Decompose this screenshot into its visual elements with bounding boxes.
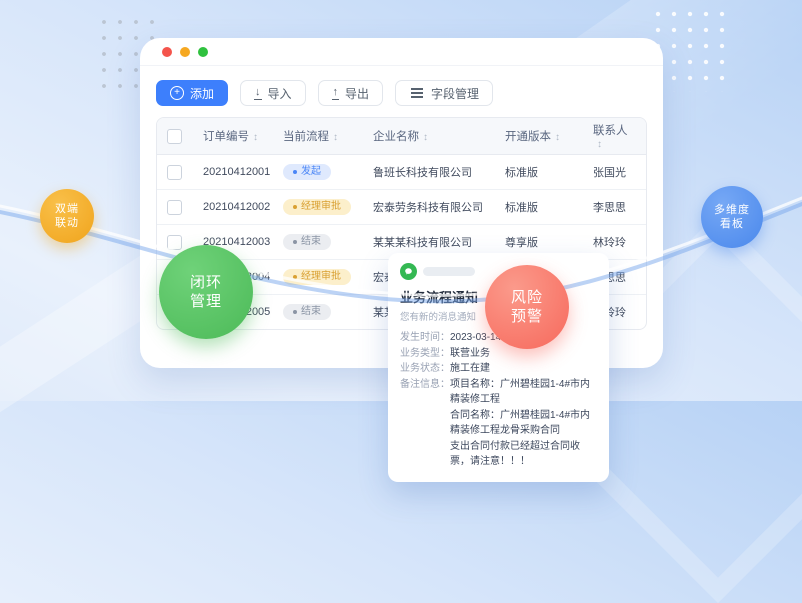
cell-contact: 张国光: [583, 155, 646, 190]
col-header-contact[interactable]: 联系人 ↕: [583, 118, 646, 155]
sort-icon: ↕: [555, 132, 560, 143]
window-titlebar: [140, 38, 663, 66]
row-checkbox[interactable]: [167, 200, 182, 215]
status-pill: 发起: [283, 164, 331, 180]
select-all-checkbox[interactable]: [167, 129, 182, 144]
col-header-current-flow[interactable]: 当前流程 ↕: [273, 118, 363, 155]
remark-line: 支出合同付款已经超过合同收票，请注意！！！: [450, 439, 597, 470]
status-label: 结束: [301, 237, 321, 247]
notification-field-remark: 备注信息： 项目名称：广州碧桂园1-4#市内精装修工程 合同名称：广州碧桂园1-…: [400, 377, 597, 470]
bubble-text: 多维度: [714, 203, 750, 217]
cell-version: 标准版: [495, 190, 583, 225]
import-button[interactable]: ↓ 导入: [240, 80, 306, 106]
sort-icon: ↕: [253, 132, 258, 143]
cell-version: 标准版: [495, 155, 583, 190]
traffic-light-maximize[interactable]: [198, 47, 208, 57]
table-row: 20210412001 发起 鲁班长科技有限公司 标准版 张国光: [157, 155, 646, 190]
wechat-icon: [400, 263, 417, 280]
export-button[interactable]: ↑ 导出: [318, 80, 384, 106]
sort-icon: ↕: [423, 132, 428, 143]
notification-field-type: 业务类型： 联营业务: [400, 346, 597, 362]
remark-lines: 项目名称：广州碧桂园1-4#市内精装修工程 合同名称：广州碧桂园1-4#市内精装…: [450, 377, 597, 470]
callout-risk-warning: 风险 预警: [485, 265, 569, 349]
status-pill: 经理审批: [283, 199, 351, 215]
status-dot-icon: [293, 205, 297, 209]
field-value: 施工在建: [450, 361, 490, 377]
col-label: 联系人: [593, 125, 628, 137]
field-label: 业务类型：: [400, 346, 450, 362]
remark-line: 合同名称：广州碧桂园1-4#市内精装修工程龙骨采购合同: [450, 408, 597, 439]
field-label: 备注信息：: [400, 377, 450, 470]
col-label: 企业名称: [373, 131, 419, 143]
toolbar: + 添加 ↓ 导入 ↑ 导出 字段管理: [140, 66, 663, 117]
status-dot-icon: [293, 275, 297, 279]
col-label: 当前流程: [283, 131, 329, 143]
bubble-text: 管理: [190, 292, 222, 312]
table-row: 20210412002 经理审批 宏泰劳务科技有限公司 标准版 李思思: [157, 190, 646, 225]
field-management-label: 字段管理: [431, 85, 479, 102]
status-label: 经理审批: [301, 272, 341, 282]
callout-closed-loop-management: 闭环 管理: [159, 245, 253, 339]
import-icon: ↓: [254, 87, 262, 100]
col-header-company[interactable]: 企业名称 ↕: [363, 118, 495, 155]
status-pill: 结束: [283, 234, 331, 250]
status-label: 经理审批: [301, 202, 341, 212]
notification-field-state: 业务状态： 施工在建: [400, 361, 597, 377]
cell-order-no: 20210412001: [193, 155, 273, 190]
add-button-label: 添加: [190, 85, 214, 102]
field-value: 联营业务: [450, 346, 490, 362]
traffic-light-close[interactable]: [162, 47, 172, 57]
bubble-text: 联动: [55, 216, 79, 230]
cell-order-no: 20210412002: [193, 190, 273, 225]
bubble-text: 预警: [511, 307, 543, 327]
field-label: 业务状态：: [400, 361, 450, 377]
status-pill: 结束: [283, 304, 331, 320]
row-checkbox[interactable]: [167, 165, 182, 180]
field-management-button[interactable]: 字段管理: [395, 80, 493, 106]
row-checkbox[interactable]: [167, 235, 182, 250]
remark-line: 项目名称：广州碧桂园1-4#市内精装修工程: [450, 377, 597, 408]
bubble-text: 双端: [55, 202, 79, 216]
skeleton-bar: [423, 267, 475, 276]
import-button-label: 导入: [268, 85, 292, 102]
col-label: 开通版本: [505, 131, 551, 143]
add-button[interactable]: + 添加: [156, 80, 228, 106]
bubble-text: 看板: [720, 217, 744, 231]
col-label: 订单编号: [203, 131, 249, 143]
traffic-light-minimize[interactable]: [180, 47, 190, 57]
cell-company: 鲁班长科技有限公司: [363, 155, 495, 190]
export-icon: ↑: [332, 87, 340, 100]
table-header-row: 订单编号 ↕ 当前流程 ↕ 企业名称 ↕ 开通版本 ↕ 联系人 ↕: [157, 118, 646, 155]
bubble-text: 风险: [511, 288, 543, 308]
col-header-version[interactable]: 开通版本 ↕: [495, 118, 583, 155]
status-label: 结束: [301, 307, 321, 317]
plus-icon: +: [170, 86, 184, 100]
status-dot-icon: [293, 170, 297, 174]
cell-contact: 李思思: [583, 190, 646, 225]
field-label: 发生时间：: [400, 330, 450, 346]
list-icon: [411, 92, 423, 94]
status-pill: 经理审批: [283, 269, 351, 285]
sort-icon: ↕: [597, 139, 602, 150]
sort-icon: ↕: [333, 132, 338, 143]
callout-multi-dimension-dashboard: 多维度 看板: [701, 186, 763, 248]
status-dot-icon: [293, 310, 297, 314]
status-label: 发起: [301, 167, 321, 177]
export-button-label: 导出: [345, 85, 369, 102]
callout-dual-end-linkage: 双端 联动: [40, 189, 94, 243]
cell-company: 宏泰劳务科技有限公司: [363, 190, 495, 225]
status-dot-icon: [293, 240, 297, 244]
bubble-text: 闭环: [190, 273, 222, 293]
col-header-order-no[interactable]: 订单编号 ↕: [193, 118, 273, 155]
